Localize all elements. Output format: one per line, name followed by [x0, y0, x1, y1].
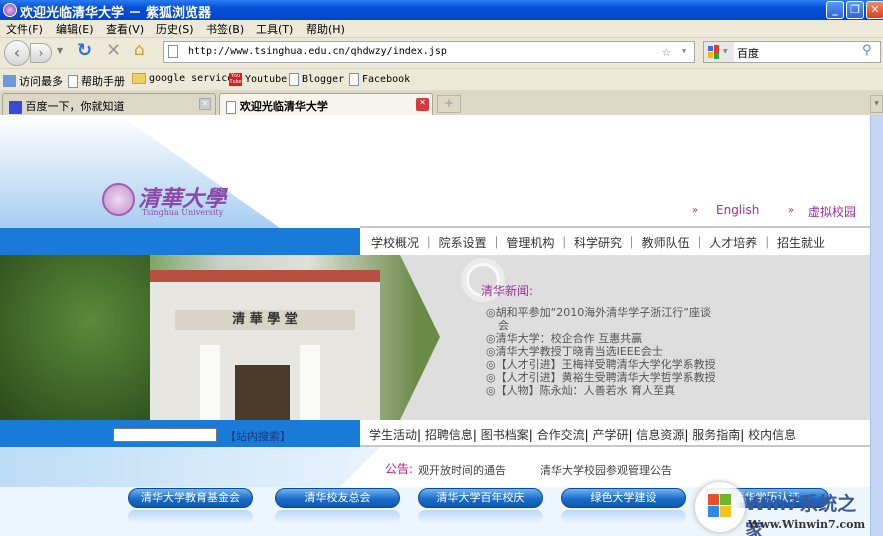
tab-bar: 百度一下，你就知道 ✕ 欢迎光临清华大学 ✕ + ▼	[0, 90, 883, 115]
search-box[interactable]: ▼ 百度 ⚲	[703, 41, 881, 63]
menu-history[interactable]: 历史(S)	[156, 21, 194, 37]
menu-help[interactable]: 帮助(H)	[306, 21, 345, 37]
nav-student-activities[interactable]: 学生活动	[369, 428, 417, 442]
link-virtual-campus[interactable]: 虚拟校园	[808, 203, 856, 220]
link-marker: »	[692, 205, 699, 216]
url-text: http://www.tsinghua.edu.cn/qhdwzy/index.…	[188, 46, 447, 57]
nav-research[interactable]: 科学研究	[574, 236, 622, 250]
news-item[interactable]: ◎胡和平参加“2010海外清华学子浙江行”座谈会	[486, 306, 718, 332]
page-icon	[349, 73, 359, 86]
nav-library[interactable]: 图书档案	[481, 428, 529, 442]
news-item[interactable]: ◎【人才引进】黄裕生受聘清华大学哲学系教授	[486, 371, 718, 384]
logo-text-en: Tsinghua University	[142, 208, 224, 217]
site-search-input[interactable]	[113, 428, 217, 442]
tab-close-icon[interactable]: ✕	[199, 98, 211, 110]
nav-administration[interactable]: 管理机构	[506, 236, 554, 250]
news-item[interactable]: ◎【人物】陈永灿：人善若水 育人至真	[486, 384, 718, 397]
tab-label: 欢迎光临清华大学	[239, 100, 328, 113]
link-english[interactable]: English	[716, 203, 759, 217]
bookmark-google-service[interactable]: google service	[132, 73, 233, 84]
campus-photo: 清 華 學 堂	[0, 255, 440, 420]
menu-view[interactable]: 查看(V)	[106, 21, 144, 37]
title-bar: 欢迎光临清华大学 － 紫狐浏览器 _ ❐ ✕	[0, 0, 883, 21]
nav-services[interactable]: 服务指南	[692, 428, 740, 442]
notice-item[interactable]: 清华大学校园参观管理公告	[540, 462, 672, 478]
baidu-icon	[9, 100, 22, 114]
close-button[interactable]: ✕	[866, 1, 883, 19]
news-item[interactable]: ◎清华大学：校企合作 互惠共赢	[486, 332, 718, 345]
home-icon[interactable]: ⌂	[134, 40, 145, 60]
news-item[interactable]: ◎清华大学教授丁晓青当选IEEE会士	[486, 345, 718, 358]
menu-edit[interactable]: 编辑(E)	[56, 21, 94, 37]
reload-icon[interactable]: ↻	[77, 40, 92, 61]
watermark-url: Www.Winwin7.com	[748, 518, 866, 531]
nav-campus-info[interactable]: 校内信息	[748, 428, 796, 442]
url-dropdown-icon[interactable]: ▼	[682, 47, 686, 55]
star-icon[interactable]: ☆	[662, 42, 671, 60]
restore-button[interactable]: ❐	[846, 1, 864, 19]
news-list: ◎胡和平参加“2010海外清华学子浙江行”座谈会 ◎清华大学：校企合作 互惠共赢…	[486, 306, 718, 415]
windows-logo-watermark	[695, 482, 745, 532]
tab-tsinghua[interactable]: 欢迎光临清华大学 ✕	[219, 93, 433, 115]
nav-resources[interactable]: 信息资源	[636, 428, 684, 442]
minimize-button[interactable]: _	[826, 1, 844, 19]
main-nav: 学校概况 ｜ 院系设置 ｜ 管理机构 ｜ 科学研究 ｜ 教师队伍 ｜ 人才培养 …	[371, 236, 825, 250]
link-marker: »	[788, 205, 795, 216]
bookmarks-toolbar: 访问最多 帮助手册 google service You Tube Youtube…	[0, 68, 883, 90]
bookmark-blogger[interactable]: Blogger	[289, 73, 344, 86]
nav-departments[interactable]: 院系设置	[439, 236, 487, 250]
bookmark-help[interactable]: 帮助手册	[68, 73, 125, 89]
news-title: 清华新闻:	[481, 284, 534, 298]
nav-faculty[interactable]: 教师队伍	[642, 236, 690, 250]
new-tab-button[interactable]: +	[437, 95, 461, 113]
page-icon	[68, 74, 78, 88]
search-engine-icon[interactable]: ▼	[704, 42, 734, 62]
tab-close-icon[interactable]: ✕	[416, 98, 429, 111]
vertical-scrollbar[interactable]	[870, 115, 883, 536]
window-title: 欢迎光临清华大学 － 紫狐浏览器	[20, 6, 212, 21]
menu-tools[interactable]: 工具(T)	[256, 21, 293, 37]
history-dropdown-icon[interactable]: ▼	[57, 46, 63, 55]
tab-list-button[interactable]: ▼	[870, 95, 883, 113]
button-alumni-association[interactable]: 清华校友总会	[275, 488, 400, 508]
tab-label: 百度一下，你就知道	[25, 100, 125, 113]
browser-logo-icon	[3, 3, 17, 17]
folder-icon	[132, 73, 146, 84]
nav-admissions[interactable]: 招生就业	[777, 236, 825, 250]
youtube-icon: You Tube	[229, 73, 242, 86]
photo-plaque: 清 華 學 堂	[175, 310, 355, 330]
search-value: 百度	[737, 47, 759, 60]
menu-file[interactable]: 文件(F)	[6, 21, 43, 37]
menu-bar: 文件(F) 编辑(E) 查看(V) 历史(S) 书签(B) 工具(T) 帮助(H…	[0, 20, 883, 36]
news-item[interactable]: ◎【人才引进】王梅祥受聘清华大学化学系教授	[486, 358, 718, 371]
page-icon	[289, 73, 299, 86]
button-green-university[interactable]: 绿色大学建设	[561, 488, 686, 508]
address-bar[interactable]: http://www.tsinghua.edu.cn/qhdwzy/index.…	[163, 41, 695, 63]
sub-nav: 学生活动| 招聘信息| 图书档案| 合作交流| 产学研| 信息资源| 服务指南|…	[369, 428, 797, 442]
notice-item[interactable]: 观开放时间的通告	[418, 462, 506, 478]
folder-search-icon	[3, 75, 16, 87]
bookmark-most-visited[interactable]: 访问最多	[3, 73, 63, 89]
stop-icon[interactable]: ✕	[106, 40, 121, 61]
nav-recruitment[interactable]: 招聘信息	[425, 428, 473, 442]
magnifier-icon[interactable]: ⚲	[862, 43, 872, 58]
bookmark-facebook[interactable]: Facebook	[349, 73, 410, 86]
tab-baidu[interactable]: 百度一下，你就知道 ✕	[2, 93, 216, 115]
nav-education[interactable]: 人才培养	[709, 236, 757, 250]
button-education-foundation[interactable]: 清华大学教育基金会	[128, 488, 253, 508]
menu-bookmarks[interactable]: 书签(B)	[206, 21, 244, 37]
web-content: 清 華 學 堂 清華大學 Tsinghua University » Engli…	[0, 115, 870, 536]
site-search-button[interactable]: 【站内搜索】	[225, 428, 291, 444]
notice-label: 公告:	[385, 462, 414, 476]
forward-button[interactable]: ›	[30, 43, 52, 63]
button-centennial[interactable]: 清华大学百年校庆	[418, 488, 543, 508]
back-button[interactable]: ‹	[4, 40, 30, 66]
bookmark-youtube[interactable]: You Tube Youtube	[229, 73, 287, 86]
tsinghua-seal-logo	[102, 183, 135, 216]
page-icon	[168, 45, 178, 58]
nav-industry[interactable]: 产学研	[593, 428, 629, 442]
page-icon	[226, 100, 236, 114]
nav-school-overview[interactable]: 学校概况	[371, 236, 419, 250]
nav-cooperation[interactable]: 合作交流	[537, 428, 585, 442]
